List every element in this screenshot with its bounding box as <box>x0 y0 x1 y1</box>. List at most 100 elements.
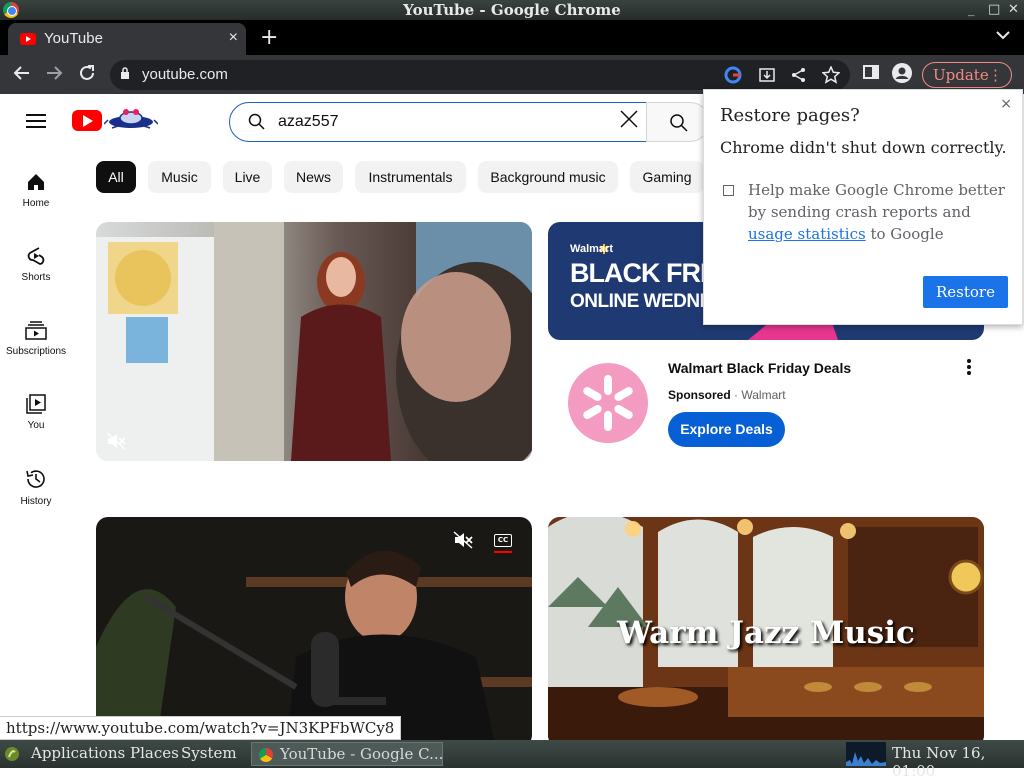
you-icon <box>26 394 46 414</box>
history-icon <box>26 470 45 488</box>
chip-live[interactable]: Live <box>223 161 272 193</box>
close-window-button[interactable]: ✕ <box>1008 0 1019 20</box>
ad-title[interactable]: Walmart Black Friday Deals <box>668 360 851 376</box>
places-menu[interactable]: Places <box>130 744 179 762</box>
restore-dialog-message: Chrome didn't shut down correctly. <box>720 138 1007 157</box>
walmart-avatar[interactable] <box>568 363 648 443</box>
tab-youtube[interactable]: YouTube × <box>8 23 246 55</box>
desktop-panel: Applications Places System YouTube - Goo… <box>0 740 1024 780</box>
video-thumbnail-1[interactable] <box>96 222 532 461</box>
captions-button[interactable]: CC <box>494 534 512 547</box>
explore-deals-button[interactable]: Explore Deals <box>668 412 785 447</box>
taskbar-window-title: YouTube - Google C... <box>280 745 443 763</box>
gnome-foot-icon[interactable] <box>4 746 20 762</box>
tab-search-button[interactable] <box>996 28 1010 44</box>
panel-clock[interactable]: Thu Nov 16, 01:00 <box>892 744 1024 780</box>
chrome-menu-icon: ⋮ <box>988 66 1003 84</box>
restore-dialog-close-button[interactable]: × <box>1000 96 1012 112</box>
install-app-icon[interactable] <box>758 66 776 88</box>
sponsored-label: Sponsored <box>668 388 731 402</box>
search-box[interactable]: azaz557 <box>229 102 647 142</box>
system-monitor-graph[interactable] <box>846 742 886 766</box>
captions-label: CC <box>497 536 509 544</box>
system-menu[interactable]: System <box>181 744 237 762</box>
address-bar[interactable]: youtube.com <box>110 60 850 90</box>
window-title: YouTube - Google Chrome <box>403 1 621 19</box>
tab-title: YouTube <box>44 30 103 47</box>
back-arrow-icon <box>13 66 29 80</box>
guide-label: Shorts <box>21 272 51 283</box>
guide-item-home[interactable]: Home <box>0 172 72 209</box>
search-icon <box>670 114 688 132</box>
youtube-doodle-logo[interactable] <box>104 106 158 132</box>
guide-item-history[interactable]: History <box>0 468 72 507</box>
video-thumbnail-3[interactable]: CC <box>96 517 532 740</box>
chip-news[interactable]: News <box>284 161 343 193</box>
back-button[interactable] <box>12 63 32 89</box>
side-panel-button[interactable] <box>862 63 880 87</box>
ad-advertiser[interactable]: Walmart <box>741 388 785 402</box>
home-icon <box>28 174 44 190</box>
reload-button[interactable] <box>77 63 97 89</box>
ad-banner-brand: Walmart <box>570 243 613 255</box>
applications-menu[interactable]: Applications <box>31 744 125 762</box>
subscriptions-icon <box>25 321 47 340</box>
profile-button[interactable] <box>892 63 912 89</box>
chevron-down-icon <box>996 31 1010 40</box>
tab-strip: YouTube × + <box>0 20 1024 55</box>
restore-pages-dialog: Restore pages? × Chrome didn't shut down… <box>703 89 1023 325</box>
guide-label: History <box>20 496 52 507</box>
video-3-scene-image <box>96 550 532 740</box>
chip-background-music[interactable]: Background music <box>478 161 618 193</box>
muted-icon[interactable] <box>106 432 126 450</box>
crash-report-text: Help make Google Chrome better by sendin… <box>748 181 1005 221</box>
ad-more-actions-button[interactable] <box>966 358 972 381</box>
chip-instrumentals[interactable]: Instrumentals <box>355 161 466 193</box>
crash-report-checkbox[interactable] <box>723 185 734 196</box>
share-icon[interactable] <box>790 66 808 88</box>
guide-item-shorts[interactable]: Shorts <box>0 246 72 283</box>
chip-gaming[interactable]: Gaming <box>630 161 704 193</box>
crash-report-label: Help make Google Chrome better by sendin… <box>748 179 1010 245</box>
crash-report-text-end: to Google <box>865 225 944 243</box>
clear-search-button[interactable] <box>618 108 640 137</box>
side-panel-icon <box>863 65 879 79</box>
new-tab-button[interactable]: + <box>260 25 278 50</box>
google-lens-icon[interactable] <box>724 66 742 88</box>
taskbar-chrome-window[interactable]: YouTube - Google C... <box>251 742 443 766</box>
usage-statistics-link[interactable]: usage statistics <box>748 225 866 243</box>
chrome-icon <box>259 748 273 762</box>
captions-active-indicator <box>494 551 512 553</box>
guide-label: Home <box>22 198 50 209</box>
forward-button[interactable] <box>44 63 64 89</box>
search-input[interactable]: azaz557 <box>278 113 339 131</box>
restore-button[interactable]: Restore <box>923 276 1008 308</box>
chrome-icon <box>3 2 19 18</box>
muted-icon[interactable] <box>453 531 473 549</box>
video-1-scene-image <box>96 222 532 461</box>
youtube-favicon-icon <box>20 33 36 45</box>
video-thumbnail-4[interactable]: Warm Jazz Music <box>548 517 984 740</box>
guide-menu-icon[interactable] <box>26 114 46 128</box>
tab-close-button[interactable]: × <box>229 29 238 47</box>
update-label: Update <box>933 66 989 84</box>
guide-label: Subscriptions <box>5 346 67 357</box>
search-button[interactable] <box>646 102 710 142</box>
chip-music[interactable]: Music <box>148 161 211 193</box>
guide-item-subscriptions[interactable]: Subscriptions <box>0 320 72 357</box>
youtube-logo[interactable] <box>72 110 102 131</box>
url-text: youtube.com <box>142 66 228 83</box>
chip-all[interactable]: All <box>96 161 136 193</box>
bookmark-star-icon[interactable] <box>821 65 841 88</box>
guide-label: You <box>27 420 45 431</box>
restore-dialog-title: Restore pages? <box>720 105 860 126</box>
update-button[interactable]: Update ⋮ <box>922 62 1012 88</box>
video-4-overlay-title: Warm Jazz Music <box>617 615 915 651</box>
shorts-icon <box>27 247 45 265</box>
window-titlebar: YouTube - Google Chrome _ □ ✕ <box>0 0 1024 20</box>
profile-avatar-icon <box>892 63 912 83</box>
guide-item-you[interactable]: You <box>0 394 72 431</box>
minimize-button[interactable]: _ <box>968 0 975 20</box>
status-url-bubble: https://www.youtube.com/watch?v=JN3KPFbW… <box>0 716 402 740</box>
maximize-button[interactable]: □ <box>988 0 1000 20</box>
